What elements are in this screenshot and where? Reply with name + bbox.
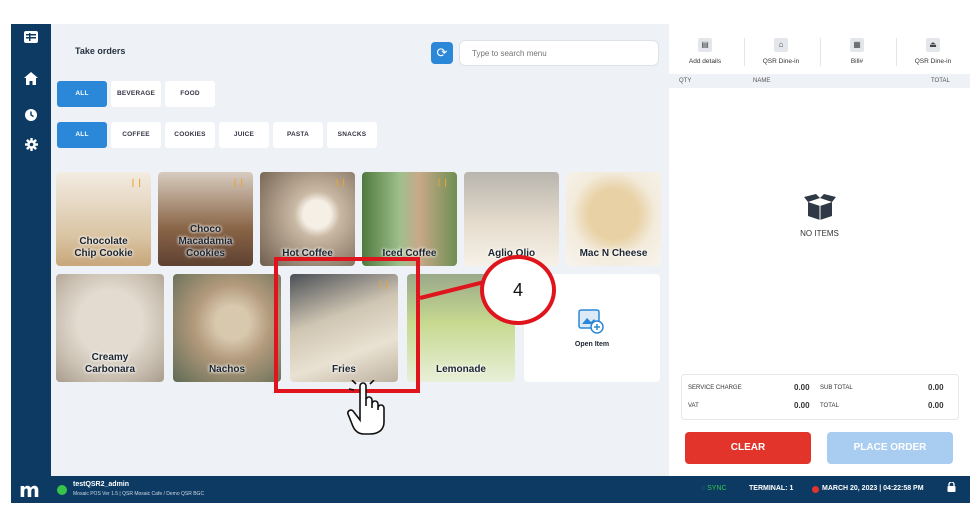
favorite-icon: ❘❘ <box>129 178 143 187</box>
sub-total-label: SUB TOTAL <box>820 385 853 391</box>
menu-item-label: Chocolate Chip Cookie <box>74 236 133 259</box>
menu-item[interactable]: ❘❘ Chocolate Chip Cookie <box>56 172 151 266</box>
subcategory-juice[interactable]: JUICE <box>219 122 269 148</box>
total-value: 0.00 <box>928 401 944 410</box>
menu-item[interactable]: Mac N Cheese <box>566 172 661 266</box>
subcategory-coffee[interactable]: COFFEE <box>111 122 161 148</box>
bill-label: Bill# <box>850 58 864 65</box>
page-title: Take orders <box>75 46 126 56</box>
receipt-icon: ▦ <box>850 38 864 52</box>
document-icon: ▤ <box>698 38 712 52</box>
subcategory-all[interactable]: ALL <box>57 122 107 148</box>
table-icon: ⌂ <box>774 38 788 52</box>
username: testQSR2_admin <box>73 481 130 488</box>
place-order-button[interactable]: PLACE ORDER <box>827 432 953 464</box>
menu-item-label: Creamy Carbonara <box>84 352 135 375</box>
column-qty: QTY <box>679 78 692 84</box>
highlight-box <box>274 257 420 393</box>
dine-in-label: QSR Dine-in <box>762 58 800 65</box>
subcategory-snacks[interactable]: SNACKS <box>327 122 377 148</box>
menu-item[interactable]: Aglio Olio <box>464 172 559 266</box>
category-all[interactable]: ALL <box>57 81 107 107</box>
category-food[interactable]: FOOD <box>165 81 215 107</box>
column-total: TOTAL <box>931 78 950 84</box>
vat-label: VAT <box>688 403 699 409</box>
datetime: MARCH 20, 2023 | 04:22:58 PM <box>822 485 924 492</box>
dine-in-button[interactable]: ⌂ QSR Dine-in <box>745 34 817 65</box>
subcategory-cookies[interactable]: COOKIES <box>165 122 215 148</box>
app-logo: m <box>19 478 40 502</box>
menu-item-label: Nachos <box>208 364 246 375</box>
menu-item[interactable]: ❘❘ Choco Macadamia Cookies <box>158 172 253 266</box>
menu-item[interactable]: ❘❘ Iced Coffee <box>362 172 457 266</box>
favorite-icon: ❘❘ <box>333 178 347 187</box>
add-details-button[interactable]: ▤ Add details <box>669 34 741 65</box>
empty-box-icon <box>669 194 970 225</box>
order-type-label: QSR Dine-in <box>914 58 952 65</box>
menu-item-label: Choco Macadamia Cookies <box>178 224 233 259</box>
lock-icon[interactable] <box>947 481 956 494</box>
home-icon[interactable] <box>11 72 51 88</box>
sync-button[interactable]: ◌ SYNC <box>701 485 727 492</box>
service-charge-label: SERVICE CHARGE <box>688 385 742 391</box>
empty-state-text: NO ITEMS <box>800 229 839 238</box>
open-item-icon <box>576 306 606 336</box>
open-item-label: Open Item <box>574 341 610 348</box>
status-bar: m testQSR2_admin Mosaic POS Ver 1.5 | QS… <box>11 476 970 503</box>
total-label: TOTAL <box>820 403 839 409</box>
sync-icon: ◌ <box>701 485 706 492</box>
record-icon <box>812 486 819 493</box>
order-summary: SERVICE CHARGE 0.00 SUB TOTAL 0.00 VAT 0… <box>681 374 959 420</box>
favorite-icon: ❘❘ <box>435 178 449 187</box>
category-beverage[interactable]: BEVERAGE <box>111 81 161 107</box>
pointer-hand-icon <box>342 376 392 436</box>
menu-item[interactable]: Nachos <box>173 274 281 382</box>
terminal-label: TERMINAL: 1 <box>749 485 794 492</box>
pos-window: Take orders ⟳ ALL BEVERAGE FOOD ALL COFF… <box>11 24 970 503</box>
column-name: NAME <box>753 78 771 84</box>
clear-button[interactable]: CLEAR <box>685 432 811 464</box>
version-info: Mosaic POS Ver 1.5 | QSR Mosaic Cafe / D… <box>73 491 205 497</box>
refresh-icon: ⟳ <box>436 45 448 60</box>
menu-item-label: Mac N Cheese <box>579 248 648 259</box>
online-status-icon <box>57 485 67 495</box>
add-details-label: Add details <box>688 58 722 65</box>
empty-state: NO ITEMS <box>669 194 970 238</box>
sync-label: SYNC <box>707 485 727 492</box>
gear-icon[interactable] <box>11 138 51 154</box>
search-input[interactable] <box>459 40 659 66</box>
bill-button[interactable]: ▦ Bill# <box>821 34 893 65</box>
step-number-badge: 4 <box>480 255 556 325</box>
favorite-icon: ❘❘ <box>231 178 245 187</box>
sidebar <box>11 24 51 503</box>
sub-total-value: 0.00 <box>928 383 944 392</box>
eject-icon: ⏏ <box>926 38 940 52</box>
menu-item[interactable]: Creamy Carbonara <box>56 274 164 382</box>
order-table-header: QTY NAME TOTAL <box>669 74 970 88</box>
menu-item-label: Lemonade <box>435 364 486 375</box>
refresh-button[interactable]: ⟳ <box>431 42 453 64</box>
service-charge-value: 0.00 <box>794 383 810 392</box>
subcategory-pasta[interactable]: PASTA <box>273 122 323 148</box>
order-type-button[interactable]: ⏏ QSR Dine-in <box>897 34 969 65</box>
order-panel: ▤ Add details ⌂ QSR Dine-in ▦ Bill# ⏏ QS… <box>669 24 970 476</box>
clock-icon[interactable] <box>11 108 51 124</box>
menu-item[interactable]: ❘❘ Hot Coffee <box>260 172 355 266</box>
vat-value: 0.00 <box>794 401 810 410</box>
menu-icon[interactable] <box>11 30 51 46</box>
